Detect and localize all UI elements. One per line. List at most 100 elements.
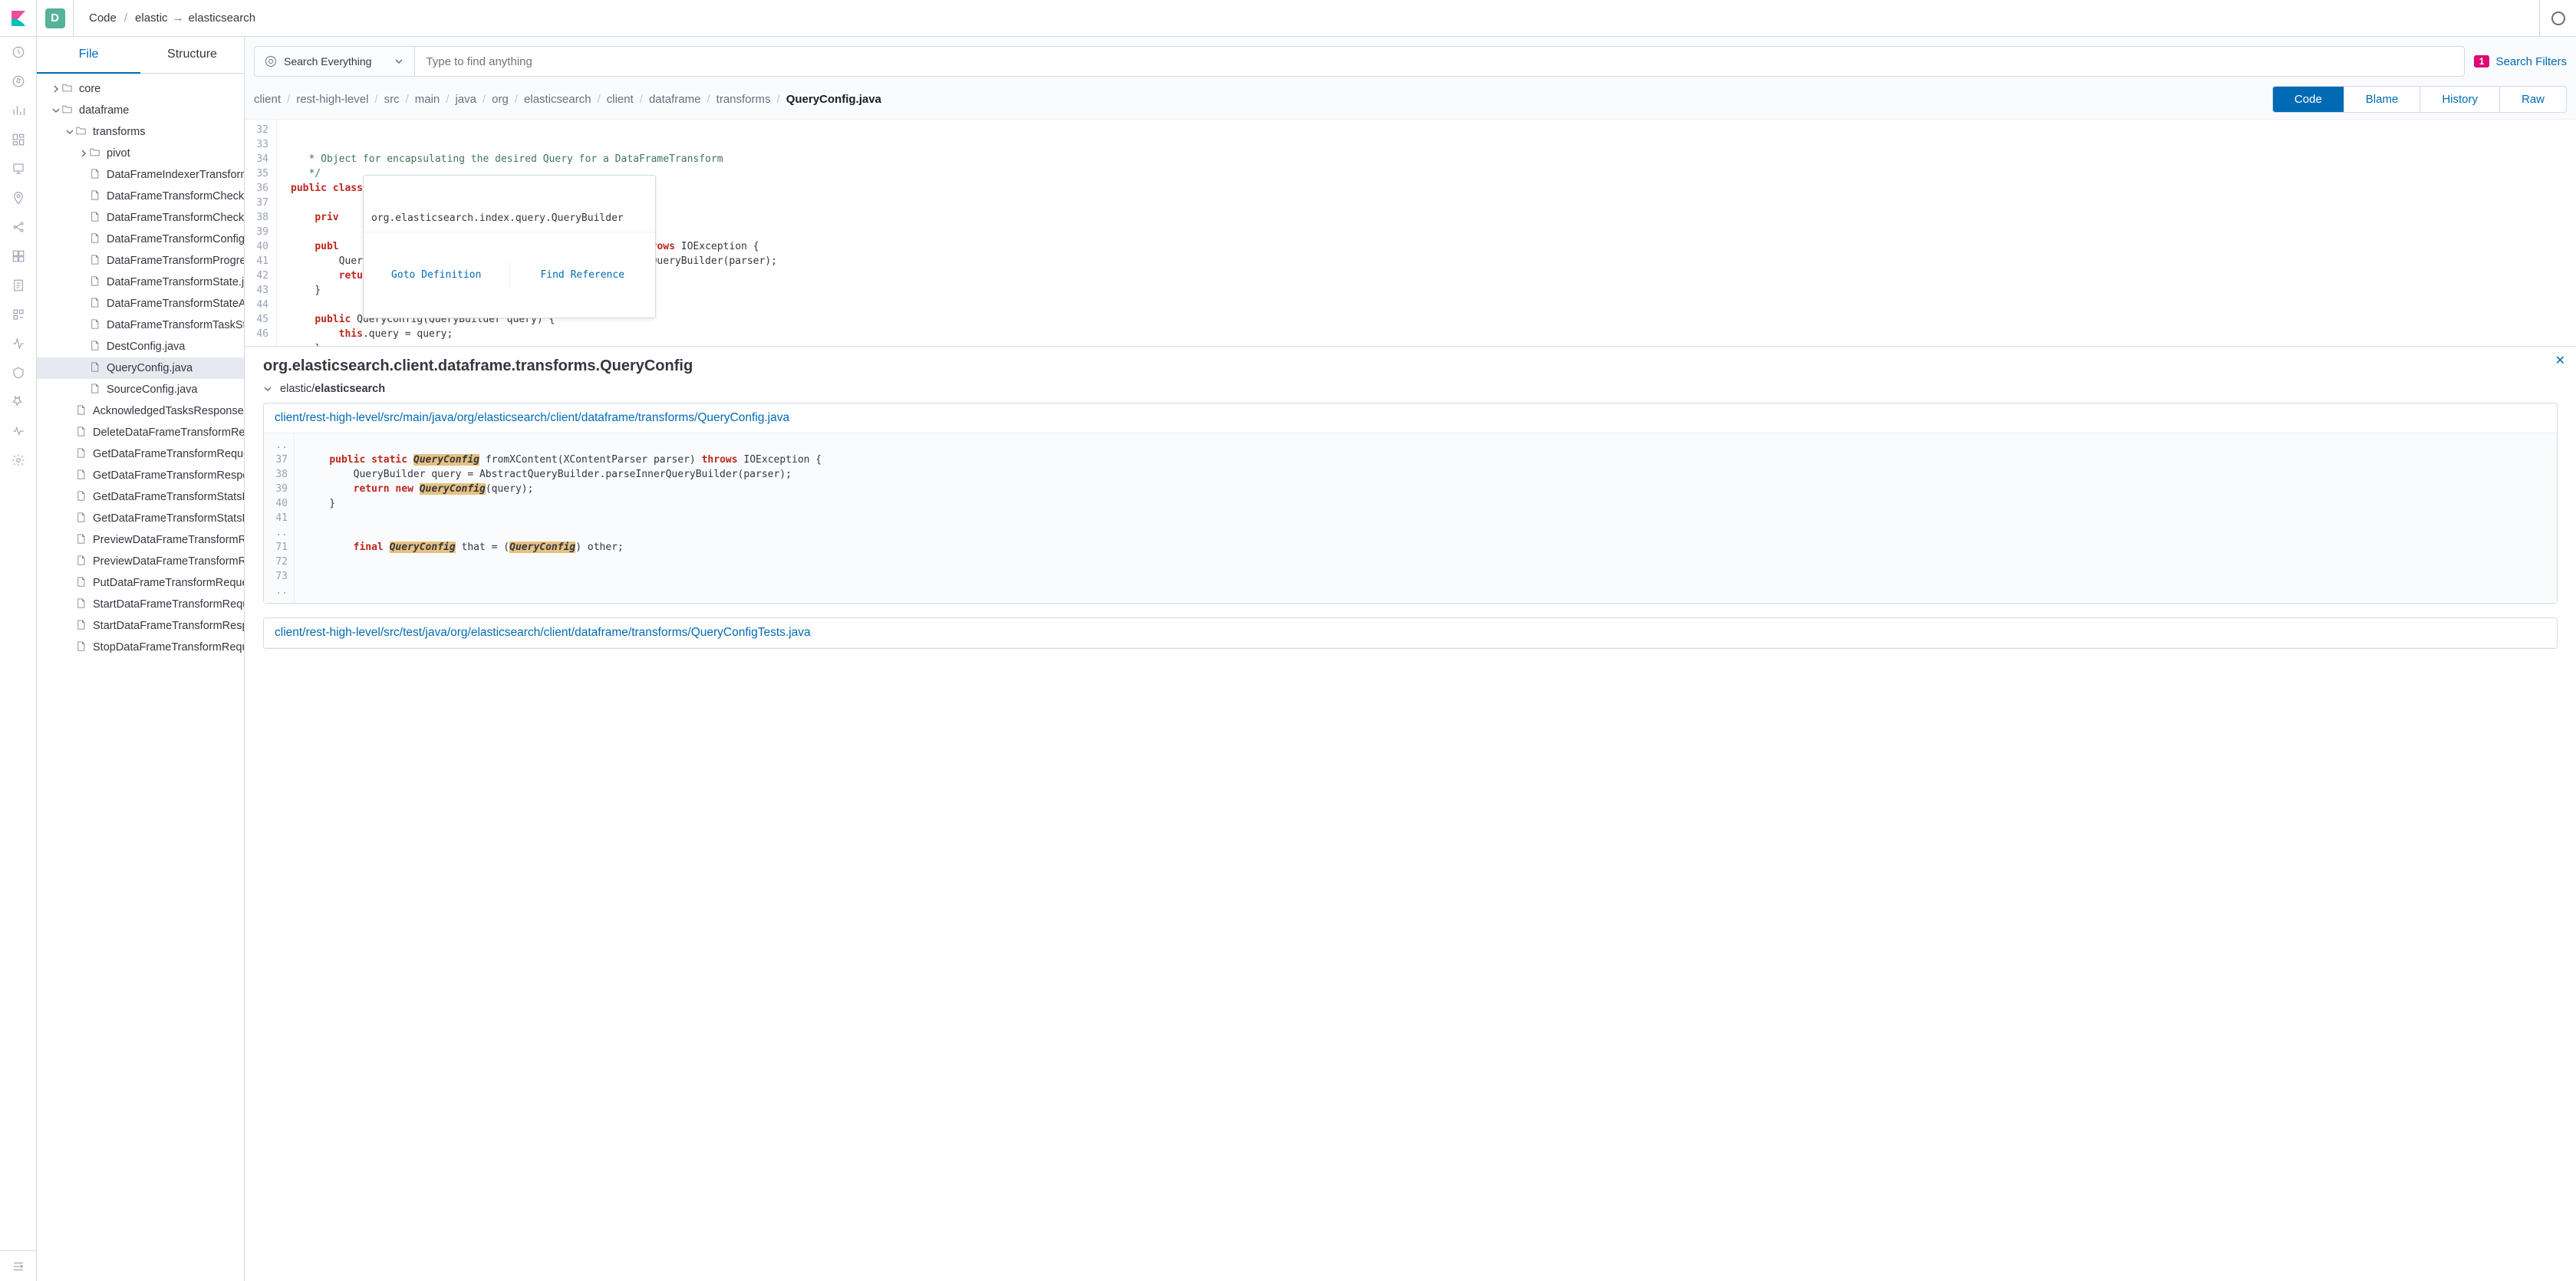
tree-file[interactable]: DataFrameTransformProgress.java — [37, 250, 244, 272]
view-history-button[interactable]: History — [2420, 86, 2500, 113]
tree-file[interactable]: PutDataFrameTransformRequest.java — [37, 572, 244, 594]
breadcrumb-item[interactable]: elasticsearch — [524, 93, 591, 106]
file-icon — [89, 383, 100, 397]
tree-file[interactable]: StopDataFrameTransformRequest.java — [37, 637, 244, 658]
file-icon — [75, 619, 87, 634]
kibana-logo[interactable] — [0, 0, 37, 37]
tree-label: QueryConfig.java — [107, 362, 193, 374]
nav-ml-icon[interactable] — [11, 219, 26, 235]
tree-file[interactable]: DataFrameTransformCheckpointStats.java — [37, 207, 244, 229]
tree-file[interactable]: DestConfig.java — [37, 336, 244, 357]
ref-gutter: .. 37 38 39 40 41 .. 71 72 73 .. — [264, 433, 295, 603]
reference-path-link[interactable]: client/rest-high-level/src/main/java/org… — [264, 403, 2557, 433]
tree-label: transforms — [93, 126, 146, 138]
tree-folder[interactable]: pivot — [37, 143, 244, 164]
space-switcher[interactable]: D — [37, 0, 74, 37]
file-icon — [75, 576, 87, 591]
file-icon — [75, 404, 87, 419]
tree-file[interactable]: AcknowledgedTasksResponse.java — [37, 400, 244, 422]
tree-file[interactable]: DataFrameIndexerTransformStats.java — [37, 164, 244, 186]
search-input[interactable] — [415, 46, 2464, 77]
code-line[interactable]: * Object for encapsulating the desired Q… — [277, 152, 2576, 166]
hover-popover: org.elasticsearch.index.query.QueryBuild… — [363, 175, 656, 318]
find-reference-button[interactable]: Find Reference — [510, 262, 656, 288]
tree-file[interactable]: DataFrameTransformStateAndStats.java — [37, 293, 244, 314]
breadcrumb-item[interactable]: rest-high-level — [296, 93, 368, 106]
view-buttons: Code Blame History Raw — [2272, 86, 2567, 113]
tree-file[interactable]: DataFrameTransformState.java — [37, 272, 244, 293]
nav-recent-icon[interactable] — [11, 44, 26, 60]
tree-file[interactable]: GetDataFrameTransformResponse.java — [37, 465, 244, 486]
breadcrumb-item[interactable]: src — [384, 93, 400, 106]
goto-definition-button[interactable]: Goto Definition — [364, 262, 510, 288]
nav-monitoring-icon[interactable] — [11, 423, 26, 439]
tree-label: DataFrameIndexerTransformStats.java — [107, 169, 244, 181]
breadcrumb-sep: / — [777, 93, 780, 106]
tree-folder[interactable]: dataframe — [37, 100, 244, 121]
nav-collapse-icon[interactable] — [0, 1250, 36, 1281]
news-icon[interactable] — [2539, 0, 2576, 37]
top-breadcrumb: Code / elastic → elasticsearch — [74, 12, 271, 25]
nav-dashboard-icon[interactable] — [11, 132, 26, 147]
code-lines[interactable]: * Object for encapsulating the desired Q… — [277, 120, 2576, 346]
tree-file[interactable]: GetDataFrameTransformStatsRequest.java — [37, 486, 244, 508]
tree-folder[interactable]: core — [37, 78, 244, 100]
breadcrumb-item[interactable]: org — [492, 93, 509, 106]
tree-file[interactable]: PreviewDataFrameTransformResponse.java — [37, 551, 244, 572]
tree-file[interactable]: SourceConfig.java — [37, 379, 244, 400]
nav-maps-icon[interactable] — [11, 190, 26, 206]
reference-code: .. 37 38 39 40 41 .. 71 72 73 .. public … — [264, 433, 2557, 603]
tab-file[interactable]: File — [37, 37, 140, 74]
nav-uptime-icon[interactable] — [11, 336, 26, 351]
close-icon[interactable]: ✕ — [2555, 353, 2565, 368]
breadcrumb-item[interactable]: java — [455, 93, 476, 106]
reference-block: client/rest-high-level/src/test/java/org… — [263, 617, 2558, 649]
breadcrumb-item[interactable]: client — [254, 93, 281, 106]
line-gutter: 32 33 34 35 36 37 38 39 40 41 42 43 44 4… — [245, 120, 277, 346]
file-tree[interactable]: coredataframe transforms pivot DataFrameInd… — [37, 74, 244, 1281]
nav-devtools-icon[interactable] — [11, 394, 26, 410]
nav-logs-icon[interactable] — [11, 278, 26, 293]
tree-label: DataFrameTransformConfig.java — [107, 233, 244, 245]
nav-siem-icon[interactable] — [11, 365, 26, 380]
tree-file[interactable]: StartDataFrameTransformRequest.java — [37, 594, 244, 615]
nav-apm-icon[interactable] — [11, 307, 26, 322]
search-scope-select[interactable]: Search Everything — [254, 46, 415, 77]
tree-label: AcknowledgedTasksResponse.java — [93, 405, 244, 417]
breadcrumb-item[interactable]: dataframe — [649, 93, 701, 106]
tree-file[interactable]: DataFrameTransformConfig.java — [37, 229, 244, 250]
nav-discover-icon[interactable] — [11, 74, 26, 89]
tree-file[interactable]: QueryConfig.java — [37, 357, 244, 379]
breadcrumb-item[interactable]: main — [415, 93, 440, 106]
tree-file[interactable]: DeleteDataFrameTransformRequest.java — [37, 422, 244, 443]
tree-file[interactable]: PreviewDataFrameTransformRequest.java — [37, 529, 244, 551]
tree-file[interactable]: StartDataFrameTransformResponse.java — [37, 615, 244, 637]
code-editor[interactable]: 32 33 34 35 36 37 38 39 40 41 42 43 44 4… — [245, 120, 2576, 346]
reference-repo[interactable]: elastic/elasticsearch — [263, 383, 2558, 395]
ref-code-lines[interactable]: public static QueryConfig fromXContent(X… — [295, 433, 2557, 603]
tree-file[interactable]: DataFrameTransformCheckpoint.java — [37, 186, 244, 207]
reference-path-link[interactable]: client/rest-high-level/src/test/java/org… — [264, 618, 2557, 648]
breadcrumb-item[interactable]: client — [607, 93, 634, 106]
tree-file[interactable]: DataFrameTransformTaskState.java — [37, 314, 244, 336]
breadcrumb-sep: / — [707, 93, 710, 106]
view-blame-button[interactable]: Blame — [2344, 86, 2421, 113]
nav-infra-icon[interactable] — [11, 249, 26, 264]
tree-file[interactable]: GetDataFrameTransformRequest.java — [37, 443, 244, 465]
breadcrumb-item[interactable]: transforms — [716, 93, 771, 106]
code-line[interactable]: this.query = query; — [277, 327, 2576, 341]
tree-folder[interactable]: transforms — [37, 121, 244, 143]
nav-visualize-icon[interactable] — [11, 103, 26, 118]
repo-owner[interactable]: elastic — [135, 12, 168, 25]
nav-canvas-icon[interactable] — [11, 161, 26, 176]
file-icon — [89, 254, 100, 268]
nav-management-icon[interactable] — [11, 453, 26, 468]
view-raw-button[interactable]: Raw — [2500, 86, 2567, 113]
tree-file[interactable]: GetDataFrameTransformStatsResponse.java — [37, 508, 244, 529]
tree-label: DataFrameTransformCheckpointStats.java — [107, 212, 244, 224]
tab-structure[interactable]: Structure — [140, 37, 244, 74]
repo-name[interactable]: elasticsearch — [189, 12, 256, 25]
search-filters-button[interactable]: 1 Search Filters — [2474, 46, 2567, 77]
view-code-button[interactable]: Code — [2272, 86, 2344, 113]
app-name[interactable]: Code — [89, 12, 117, 25]
